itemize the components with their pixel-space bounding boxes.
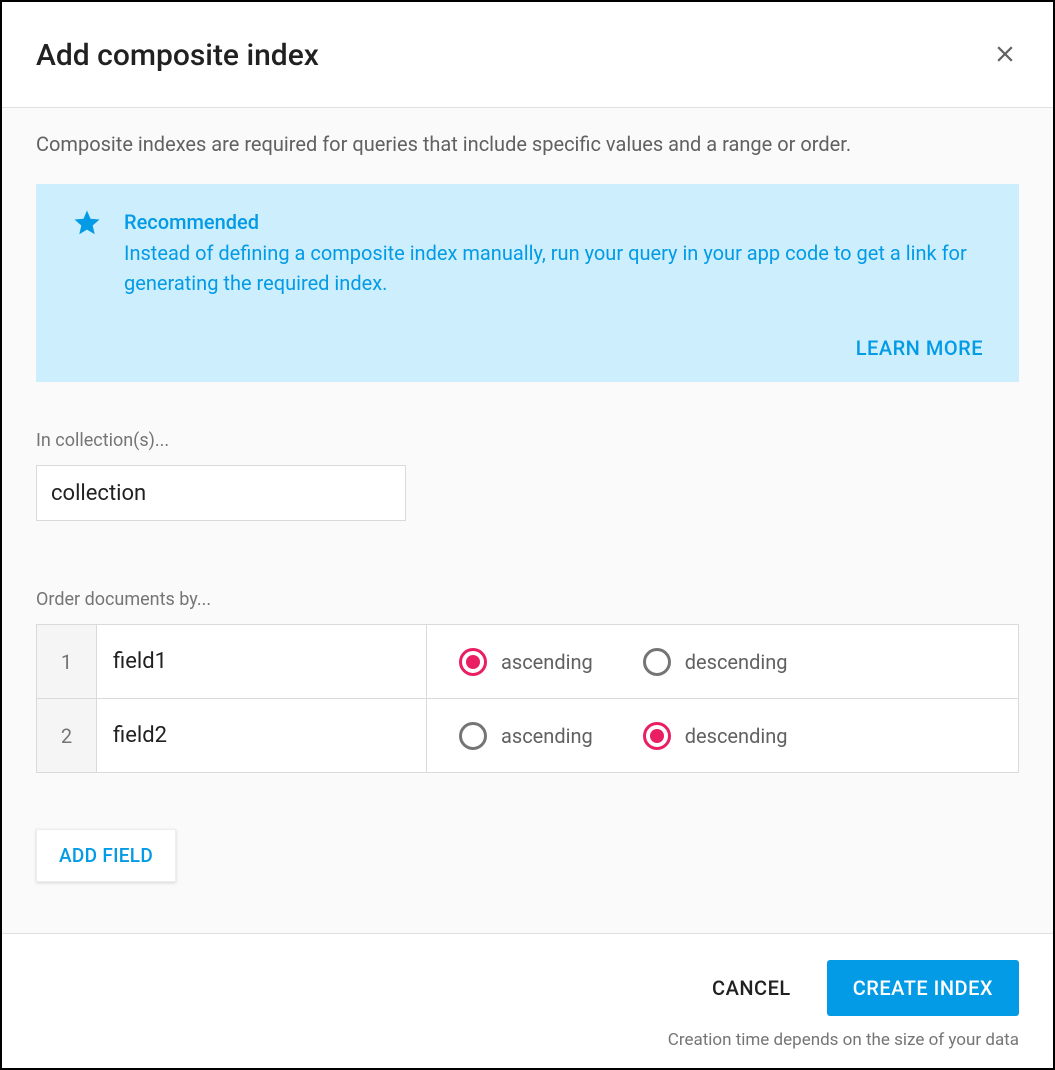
order-label: Order documents by... [36,589,1019,610]
row-number: 1 [37,625,97,699]
descending-label: descending [685,650,788,674]
ascending-label: ascending [501,650,593,674]
descending-radio[interactable]: descending [643,648,788,676]
field-name-input[interactable] [97,699,426,772]
recommendation-content: Recommended Instead of defining a compos… [72,210,983,298]
field-name-input[interactable] [97,625,426,698]
radio-icon [459,648,487,676]
recommendation-box: Recommended Instead of defining a compos… [36,184,1019,382]
recommendation-title: Recommended [124,210,983,234]
ascending-label: ascending [501,724,593,748]
dialog-title: Add composite index [36,38,319,73]
close-button[interactable] [991,42,1019,70]
ascending-radio[interactable]: ascending [459,722,593,750]
add-composite-index-dialog: Add composite index Composite indexes ar… [2,2,1053,1068]
star-icon [72,208,102,298]
create-index-button[interactable]: CREATE INDEX [827,960,1019,1016]
order-table: 1 ascending descending [36,624,1019,773]
row-number: 2 [37,699,97,773]
radio-icon [459,722,487,750]
close-icon [992,41,1018,71]
collection-label: In collection(s)... [36,430,1019,451]
dialog-description: Composite indexes are required for queri… [36,132,1019,156]
add-field-button[interactable]: ADD FIELD [36,829,176,882]
dialog-footer: CANCEL CREATE INDEX Creation time depend… [2,933,1053,1068]
dialog-body: Composite indexes are required for queri… [2,108,1053,933]
descending-label: descending [685,724,788,748]
collection-section: In collection(s)... [36,430,1019,521]
sort-direction-group: ascending descending [459,722,986,750]
cancel-button[interactable]: CANCEL [712,976,791,1000]
radio-icon [643,722,671,750]
ascending-radio[interactable]: ascending [459,648,593,676]
footer-note: Creation time depends on the size of you… [36,1030,1019,1050]
learn-more-link[interactable]: LEARN MORE [856,336,983,360]
table-row: 1 ascending descending [37,625,1019,699]
order-section: Order documents by... 1 ascending [36,589,1019,882]
recommendation-body: Instead of defining a composite index ma… [124,238,983,298]
collection-input[interactable] [36,465,406,521]
radio-icon [643,648,671,676]
table-row: 2 ascending descending [37,699,1019,773]
dialog-header: Add composite index [2,2,1053,108]
descending-radio[interactable]: descending [643,722,788,750]
sort-direction-group: ascending descending [459,648,986,676]
